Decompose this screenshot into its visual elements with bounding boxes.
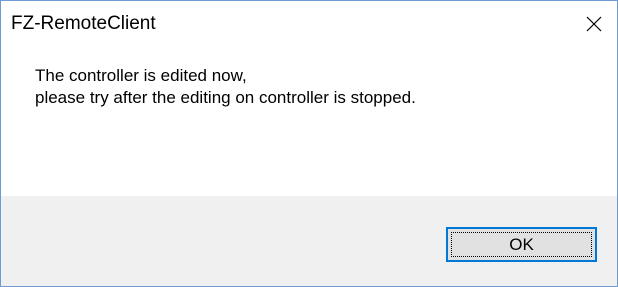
message-line-1: The controller is edited now, bbox=[35, 66, 247, 85]
dialog-message: The controller is edited now, please try… bbox=[35, 65, 416, 109]
ok-button-label: OK bbox=[509, 234, 534, 254]
button-bar: OK bbox=[1, 196, 617, 286]
ok-button[interactable]: OK bbox=[446, 227, 597, 262]
message-dialog: FZ-RemoteClient The controller is edited… bbox=[0, 0, 618, 287]
window-title: FZ-RemoteClient bbox=[11, 13, 156, 34]
close-button[interactable] bbox=[571, 1, 617, 47]
message-line-2: please try after the editing on controll… bbox=[35, 88, 416, 107]
close-icon bbox=[586, 16, 602, 32]
title-bar[interactable]: FZ-RemoteClient bbox=[1, 1, 617, 47]
